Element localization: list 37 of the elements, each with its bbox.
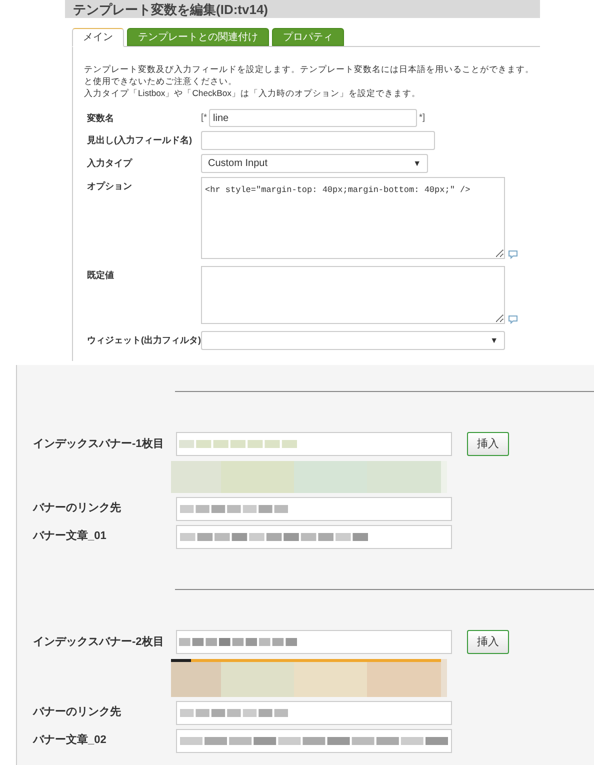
field-label: バナー文章_02	[32, 732, 108, 748]
field-label: ウィジェット(出力フィルタ)	[86, 334, 201, 347]
field-label: インデックスバナー-2枚目	[32, 634, 165, 650]
description-text: と使用できないためご注意ください。	[84, 75, 238, 87]
field-label: 既定値	[86, 269, 115, 282]
field-label: インデックスバナー-1枚目	[32, 436, 165, 452]
select-field[interactable]: Custom Input ▼	[201, 154, 428, 173]
description-text: 入力タイプ「Listbox」や「CheckBox」は「入力時のオプション」を設定できます。	[84, 87, 422, 99]
field-label: 変数名	[86, 112, 115, 125]
text-area[interactable]: <hr style="margin-top: 40px;margin-bottom: 40px;" />	[201, 177, 505, 259]
text-field[interactable]	[176, 701, 452, 725]
field-label: 入力タイプ	[86, 157, 134, 170]
field-label: バナーのリンク先	[32, 704, 122, 720]
description-text: テンプレート変数及び入力フィールドを設定します。テンプレート変数名には日本語を用いることができます。	[84, 63, 535, 75]
dropdown-arrow-icon: ▼	[490, 334, 498, 346]
bracket-text: [*	[201, 111, 208, 124]
text-field[interactable]	[176, 497, 452, 521]
field-label: バナーのリンク先	[32, 500, 122, 516]
bracket-text: *]	[419, 111, 426, 124]
tab[interactable]: メイン	[72, 28, 124, 47]
field-label: オプション	[86, 180, 133, 193]
text-field[interactable]	[176, 525, 452, 549]
text-field[interactable]	[176, 729, 452, 753]
comment-icon[interactable]	[508, 315, 518, 324]
dropdown-arrow-icon: ▼	[413, 158, 421, 170]
insert-button[interactable]: 挿入	[467, 630, 509, 654]
comment-icon[interactable]	[508, 250, 518, 259]
text-area[interactable]	[201, 266, 505, 324]
text-field[interactable]	[176, 630, 452, 654]
select-field[interactable]: ▼	[201, 331, 505, 350]
text-field[interactable]	[201, 131, 435, 150]
text-field[interactable]	[176, 432, 452, 456]
page-title: テンプレート変数を編集(ID:tv14)	[73, 2, 268, 16]
text-field[interactable]: line	[209, 109, 418, 127]
field-label: 見出し(入力フィールド名)	[86, 134, 193, 147]
field-label: バナー文章_01	[32, 528, 108, 544]
insert-button[interactable]: 挿入	[467, 432, 509, 456]
